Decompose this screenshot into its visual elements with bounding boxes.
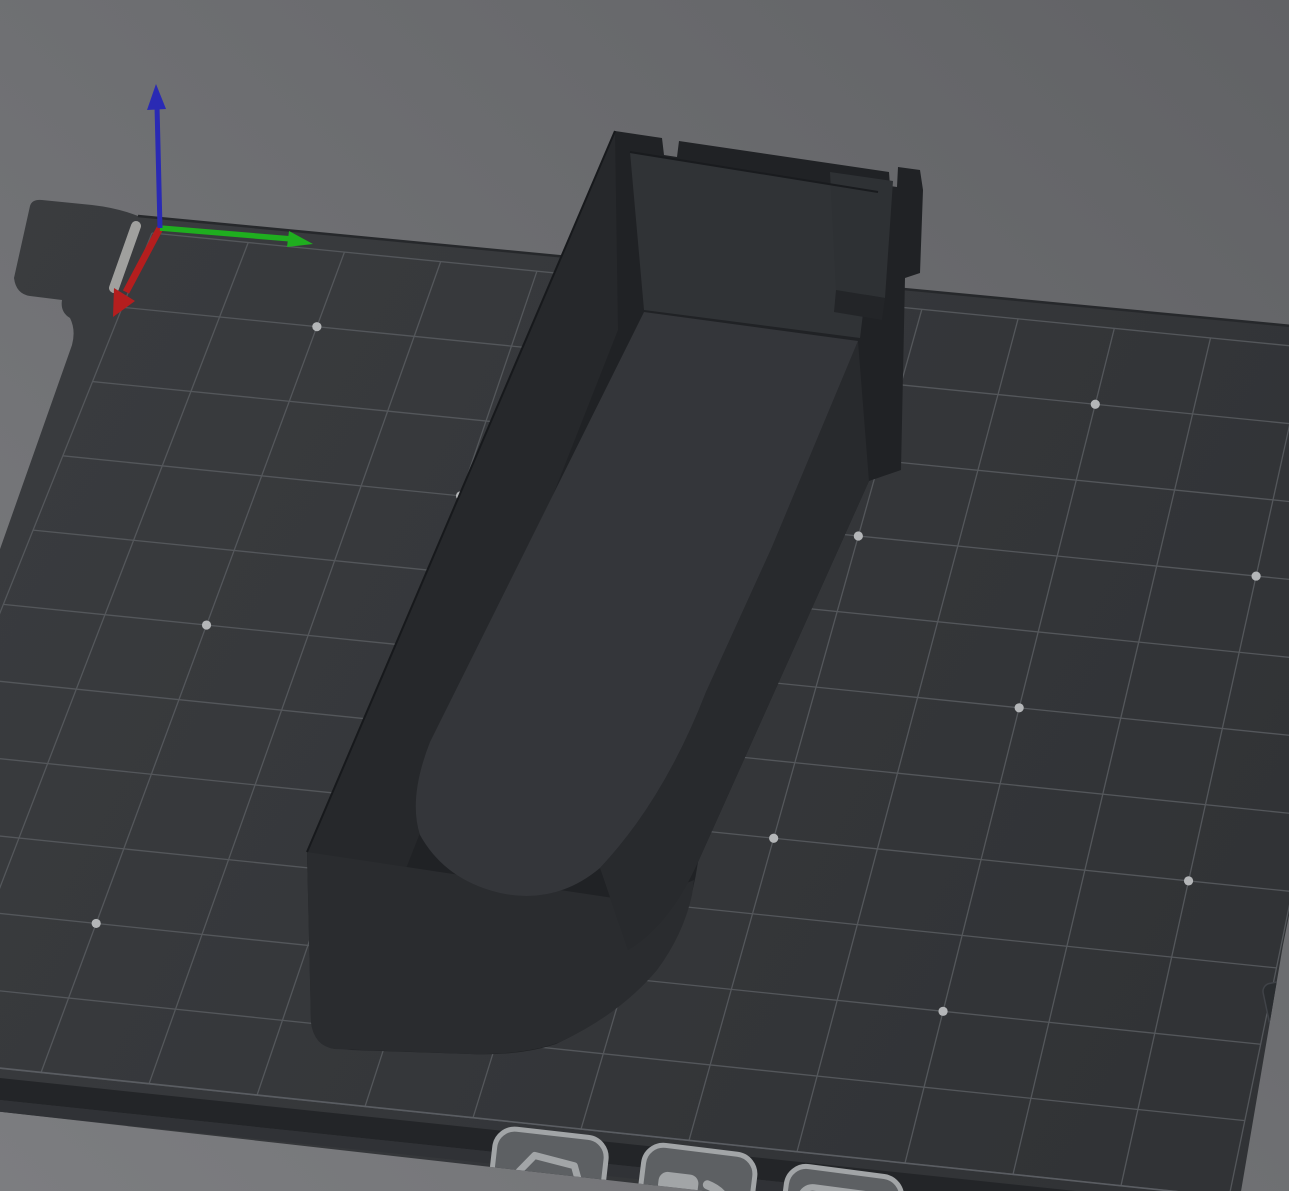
grid-dot bbox=[91, 918, 101, 929]
grid-dot bbox=[1090, 399, 1100, 409]
z-axis-blue-arrow-shaft bbox=[154, 105, 163, 229]
grid-dot bbox=[1251, 571, 1261, 581]
grid-dot bbox=[201, 620, 212, 630]
grid-dot bbox=[769, 833, 779, 843]
grid-dot bbox=[1183, 876, 1194, 886]
model-compartment-interior bbox=[830, 172, 893, 298]
grid-dot bbox=[312, 322, 322, 332]
slicer-3d-viewport[interactable] bbox=[0, 0, 1289, 1191]
grid-dot bbox=[853, 531, 863, 541]
grid-dot bbox=[1014, 703, 1024, 713]
scene-canvas bbox=[0, 0, 1289, 1191]
grid-dot bbox=[938, 1006, 948, 1016]
